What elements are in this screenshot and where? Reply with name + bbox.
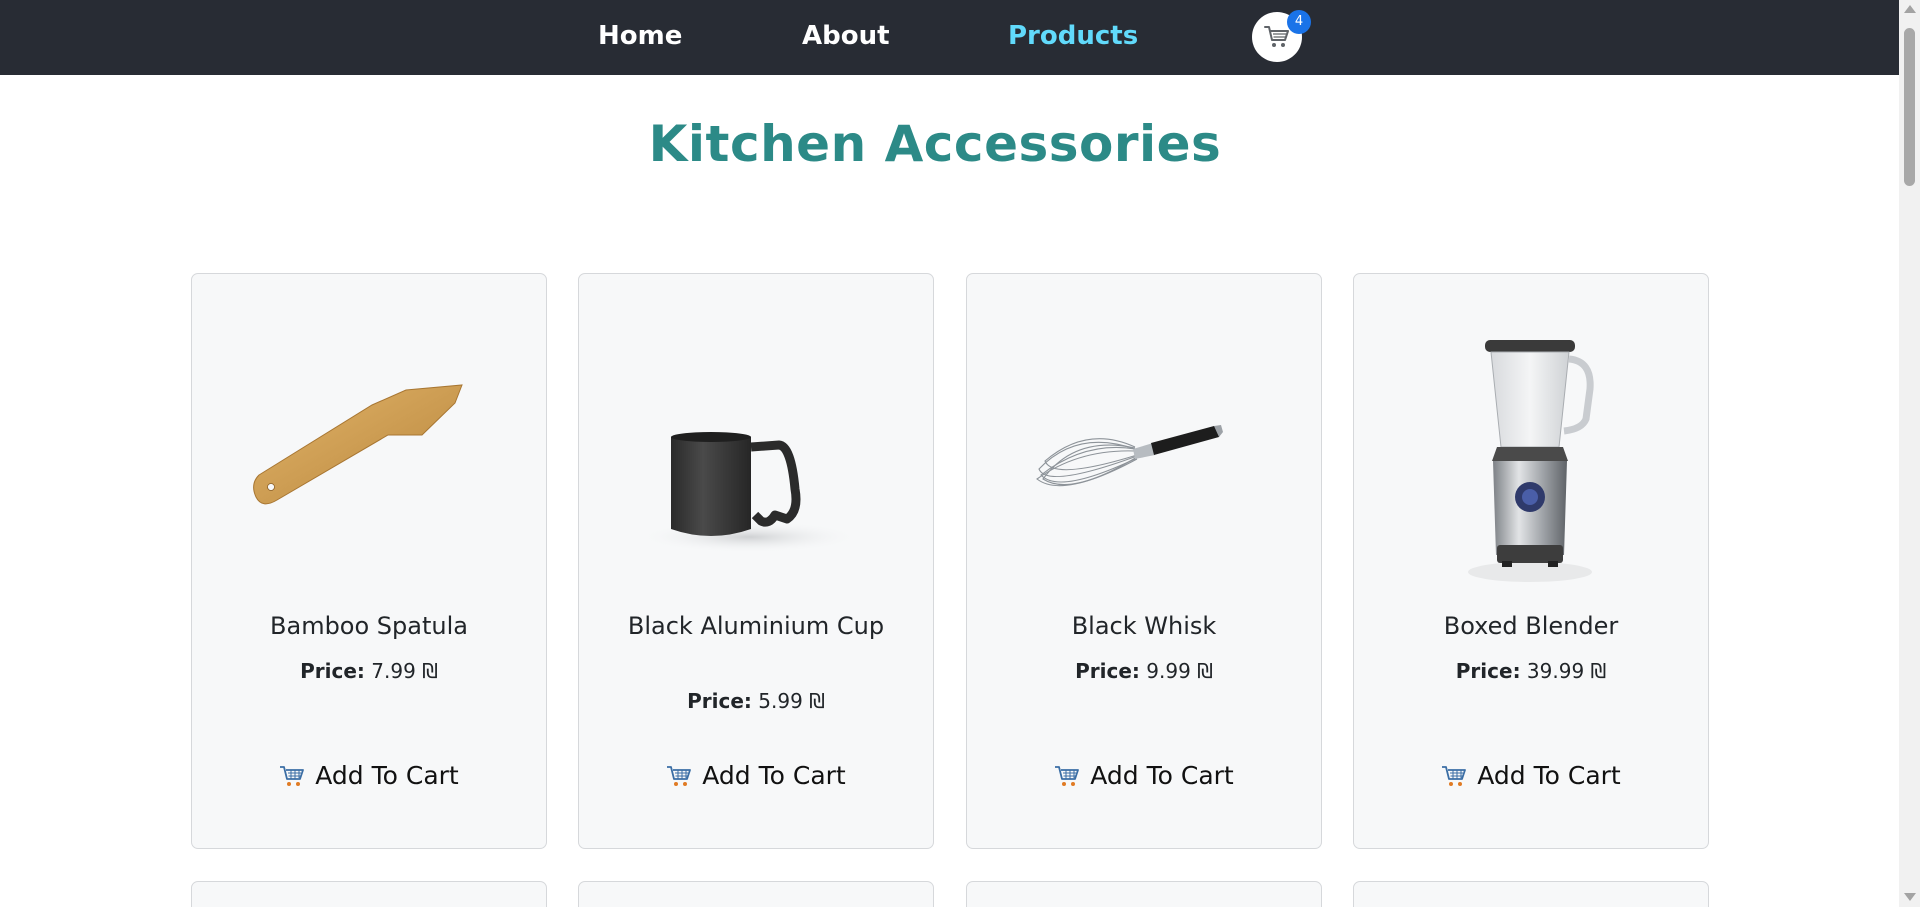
product-name: Black Whisk [1071, 612, 1217, 640]
add-to-cart-label: Add To Cart [315, 761, 459, 790]
cart-count-badge: 4 [1287, 10, 1311, 34]
nav-about-link[interactable]: About [802, 16, 890, 56]
price-label: Price: [300, 659, 365, 683]
price-label: Price: [1455, 659, 1521, 683]
add-to-cart-button[interactable]: Add To Cart [192, 761, 546, 790]
product-name: Black Aluminium Cup [627, 612, 885, 640]
bamboo-spatula-image [253, 384, 463, 505]
add-to-cart-button[interactable]: Add To Cart [579, 761, 933, 790]
page: Home About Products 4 Kitchen Accessorie… [0, 0, 1899, 907]
add-to-cart-button[interactable]: Add To Cart [967, 761, 1321, 790]
add-to-cart-label: Add To Cart [1477, 761, 1621, 790]
product-card [1353, 881, 1709, 907]
price-value: 9.99 ₪ [1146, 659, 1213, 683]
product-card: Black Whisk Price: 9.99 ₪ Add To Cart [966, 273, 1322, 849]
product-price: Price: 39.99 ₪ [1354, 659, 1708, 683]
top-navbar: Home About Products 4 [0, 0, 1899, 75]
black-whisk-image [1036, 425, 1223, 487]
nav-products-link[interactable]: Products [1008, 16, 1138, 56]
add-to-cart-button[interactable]: Add To Cart [1354, 761, 1708, 790]
black-aluminium-cup-image [639, 432, 859, 553]
cart-icon [1442, 765, 1467, 786]
cart-icon [667, 765, 692, 786]
cart-icon [1055, 765, 1080, 786]
scrollbar-thumb[interactable] [1904, 28, 1915, 186]
product-card [191, 881, 547, 907]
product-name: Boxed Blender [1443, 612, 1619, 640]
add-to-cart-label: Add To Cart [702, 761, 846, 790]
scroll-down-arrow-icon[interactable] [1904, 893, 1916, 901]
product-card: Bamboo Spatula Price: 7.99 ₪ Add To Cart [191, 273, 547, 849]
shopping-cart-icon [1264, 26, 1289, 47]
price-label: Price: [1075, 659, 1140, 683]
product-card: Boxed Blender Price: 39.99 ₪ Add To Cart [1353, 273, 1709, 849]
cart-icon [280, 765, 305, 786]
product-card [578, 881, 934, 907]
product-price: Price: 7.99 ₪ [192, 659, 546, 683]
product-card [966, 881, 1322, 907]
nav-home-link[interactable]: Home [598, 16, 682, 56]
scroll-up-arrow-icon[interactable] [1904, 5, 1916, 13]
page-title: Kitchen Accessories [648, 115, 1222, 173]
product-name: Bamboo Spatula [270, 612, 468, 640]
price-label: Price: [687, 689, 752, 713]
product-price: Price: 5.99 ₪ [579, 689, 933, 713]
product-card: Black Aluminium Cup Price: 5.99 ₪ Add To… [578, 273, 934, 849]
add-to-cart-label: Add To Cart [1090, 761, 1234, 790]
price-value: 7.99 ₪ [371, 659, 438, 683]
price-value: 39.99 ₪ [1526, 659, 1607, 683]
product-price: Price: 9.99 ₪ [967, 659, 1321, 683]
price-value: 5.99 ₪ [758, 689, 825, 713]
boxed-blender-image [1468, 340, 1594, 582]
vertical-scrollbar[interactable] [1899, 0, 1920, 907]
